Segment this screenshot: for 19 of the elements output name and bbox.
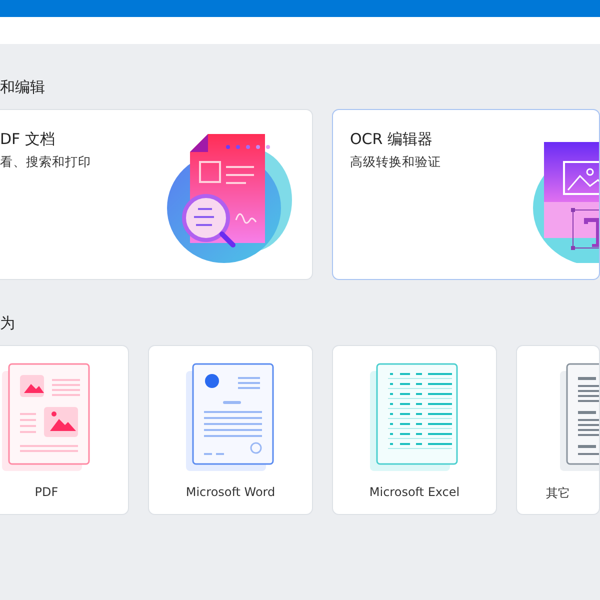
section-heading: 为 xyxy=(0,314,15,332)
section-heading: 和编辑 xyxy=(0,78,45,96)
format-card[interactable]: 其它 xyxy=(516,345,600,515)
format-card[interactable]: Microsoft Word xyxy=(148,345,313,515)
tool-card[interactable]: DF 文档 看、搜索和打印 xyxy=(0,109,313,280)
tool-card[interactable]: OCR 编辑器 高级转换和验证 xyxy=(332,109,600,280)
card-subtitle: 看、搜索和打印 xyxy=(0,154,91,171)
format-label: Microsoft Excel xyxy=(369,485,460,499)
format-label: Microsoft Word xyxy=(186,485,276,499)
document-file-icon xyxy=(186,363,276,473)
format-card[interactable]: Microsoft Excel xyxy=(332,345,497,515)
card-subtitle: 高级转换和验证 xyxy=(350,154,441,171)
spreadsheet-file-icon xyxy=(370,363,460,473)
format-label: 其它 xyxy=(546,485,570,502)
pdf-file-icon xyxy=(2,363,92,473)
format-card[interactable]: PDF xyxy=(0,345,129,515)
card-title: DF 文档 xyxy=(0,130,56,149)
card-title: OCR 编辑器 xyxy=(350,130,434,149)
format-label: PDF xyxy=(34,485,58,499)
